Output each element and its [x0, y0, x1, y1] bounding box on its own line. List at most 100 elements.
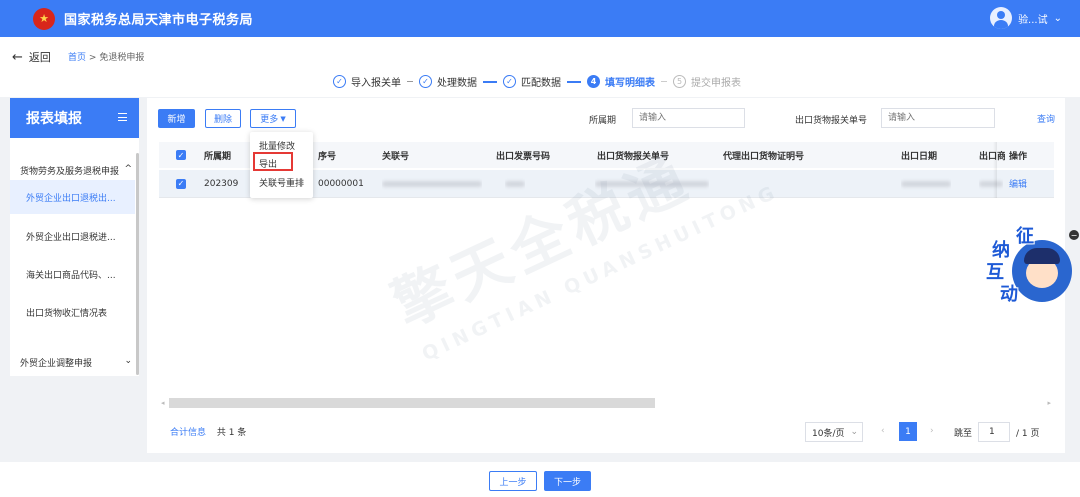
sidebar-group-adjust[interactable]: 外贸企业调整申报 ⌄ — [20, 356, 132, 369]
breadcrumb-current: 免退税申报 — [99, 53, 145, 63]
column-header: 所属期 — [204, 151, 232, 162]
back-button[interactable]: ← 返回 — [12, 49, 51, 65]
check-circle-icon: ✓ — [503, 75, 516, 88]
sidebar-group-refund[interactable]: 货物劳务及服务退税申报 ^ — [20, 164, 132, 177]
chevron-down-icon: ⌄ — [124, 356, 132, 366]
sidebar-item-receipt[interactable]: 出口货物收汇情况表 — [10, 295, 135, 329]
table-summary: 合计信息 共 1 条 — [170, 425, 246, 438]
customs-no-input[interactable] — [881, 108, 995, 128]
tax-emblem-icon — [33, 7, 55, 30]
sidebar-item-label: 海关出口商品代码、... — [26, 270, 116, 281]
sidebar-item-customs-code[interactable]: 海关出口商品代码、... — [10, 257, 135, 291]
column-header: 代理出口货物证明号 — [723, 151, 805, 162]
cell-seq: 00000001 — [318, 178, 364, 189]
cell-export-date — [901, 170, 951, 197]
sidebar-item-label: 外贸企业出口退税出... — [26, 193, 116, 204]
select-all-checkbox[interactable]: ✓ — [176, 142, 186, 168]
top-header: 国家税务总局天津市电子税务局 验...试 ⌄ — [0, 0, 1080, 37]
edit-link[interactable]: 编辑 — [1009, 170, 1027, 197]
add-button[interactable]: 新增 — [158, 109, 195, 128]
main-panel: 新增 删除 更多 ▼ 所属期 出口货物报关单号 查询 ✓ 所属期 序号 关联号 … — [147, 98, 1065, 453]
cell-related-no — [382, 170, 482, 197]
support-mascot-widget[interactable]: 征 纳 互 动 — [982, 226, 1074, 305]
sidebar-item-label: 出口货物收汇情况表 — [26, 308, 108, 319]
sidebar-group-label: 货物劳务及服务退税申报 — [20, 167, 120, 177]
step-number-icon: 4 — [587, 75, 600, 88]
scroll-right-icon[interactable]: ▸ — [1047, 399, 1051, 407]
prev-step-button[interactable]: 上一步 — [489, 471, 537, 491]
cell-customs-no — [595, 170, 709, 197]
sidebar-item-import-detail[interactable]: 外贸企业出口退税进... — [10, 219, 135, 253]
sidebar-scrollbar[interactable] — [136, 153, 139, 375]
query-button[interactable]: 查询 — [1037, 112, 1055, 125]
more-label: 更多 — [260, 115, 279, 125]
redacted-value — [595, 180, 709, 187]
user-menu[interactable]: 验...试 ⌄ — [990, 7, 1062, 29]
summary-info-link[interactable]: 合计信息 — [170, 428, 206, 438]
next-page-icon[interactable]: › — [930, 426, 934, 436]
step-connector — [483, 80, 497, 83]
breadcrumb: 首页 > 免退税申报 — [68, 50, 144, 63]
sidebar-header: 报表填报 — [10, 98, 139, 138]
sidebar-group-label: 外贸企业调整申报 — [20, 359, 93, 369]
page-size-select[interactable]: 10条/页 ⌄ — [805, 422, 863, 442]
cell-exporter — [979, 170, 1003, 197]
customs-no-label: 出口货物报关单号 — [795, 116, 868, 126]
chevron-down-icon: ⌄ — [1053, 12, 1062, 24]
step-label: 匹配数据 — [521, 78, 561, 89]
horizontal-scrollbar[interactable] — [169, 398, 655, 408]
mascot-char: 征 — [1016, 226, 1034, 247]
record-count: 共 1 条 — [216, 428, 247, 438]
step-label: 处理数据 — [437, 78, 477, 89]
page-number-current[interactable]: 1 — [899, 422, 917, 441]
column-header: 出口发票号码 — [496, 151, 551, 162]
step-label: 提交申报表 — [691, 78, 741, 89]
checkbox-checked-icon: ✓ — [176, 178, 186, 189]
more-dropdown-menu: 批量修改 导出 关联号重排 — [250, 132, 313, 198]
column-header: 关联号 — [382, 151, 410, 162]
sidebar: 报表填报 货物劳务及服务退税申报 ^ 外贸企业出口退税出... 外贸企业出口退税… — [10, 98, 139, 376]
column-header: 序号 — [318, 151, 337, 162]
top-bar: ← 返回 首页 > 免退税申报 ✓ 导入报关单 ✓ 处理数据 ✓ 匹配数据 4 … — [0, 37, 1080, 97]
row-checkbox[interactable]: ✓ — [176, 170, 186, 197]
step-label: 填写明细表 — [605, 78, 655, 89]
next-step-button[interactable]: 下一步 — [544, 471, 591, 491]
step-number-icon: 5 — [673, 75, 686, 88]
total-pages: / 1 页 — [1016, 429, 1040, 439]
highlight-box — [253, 152, 293, 171]
page-size-value: 10条/页 — [812, 428, 845, 439]
menu-item-renumber[interactable]: 关联号重排 — [259, 176, 304, 189]
back-label: 返回 — [28, 51, 51, 64]
step-submit: 5 提交申报表 — [673, 74, 741, 89]
sidebar-item-label: 外贸企业出口退税进... — [26, 232, 116, 243]
sidebar-item-export-detail[interactable]: 外贸企业出口退税出... — [10, 180, 135, 214]
breadcrumb-home[interactable]: 首页 — [68, 53, 86, 63]
delete-button[interactable]: 删除 — [205, 109, 241, 128]
fixed-column-shadow — [993, 142, 997, 198]
scroll-left-icon[interactable]: ◂ — [161, 399, 165, 407]
user-avatar-icon — [990, 7, 1013, 29]
redacted-value — [382, 180, 482, 187]
menu-item-batch-edit[interactable]: 批量修改 — [259, 139, 295, 152]
more-button[interactable]: 更多 ▼ — [250, 109, 296, 128]
cell-period: 202309 — [204, 178, 239, 189]
check-circle-icon: ✓ — [419, 75, 432, 88]
step-connector — [407, 81, 413, 82]
step-import: ✓ 导入报关单 — [333, 74, 401, 89]
prev-page-icon[interactable]: ‹ — [881, 426, 885, 436]
step-match: ✓ 匹配数据 — [503, 74, 561, 89]
chevron-up-icon: ^ — [124, 164, 132, 174]
user-name: 验...试 — [1018, 14, 1048, 26]
redacted-value — [979, 180, 1003, 187]
jump-page-input[interactable]: 1 — [978, 422, 1010, 442]
column-header: 出口货物报关单号 — [597, 151, 670, 162]
step-fill-detail: 4 填写明细表 — [587, 74, 655, 89]
arrow-left-icon: ← — [12, 49, 23, 65]
column-header: 出口商 — [979, 151, 1005, 162]
period-input[interactable] — [632, 108, 745, 128]
footer-bar: 上一步 下一步 — [0, 462, 1080, 497]
menu-toggle-icon[interactable] — [118, 113, 127, 121]
site-title: 国家税务总局天津市电子税务局 — [64, 13, 254, 28]
period-label: 所属期 — [589, 116, 617, 126]
column-header: 出口日期 — [901, 151, 938, 162]
